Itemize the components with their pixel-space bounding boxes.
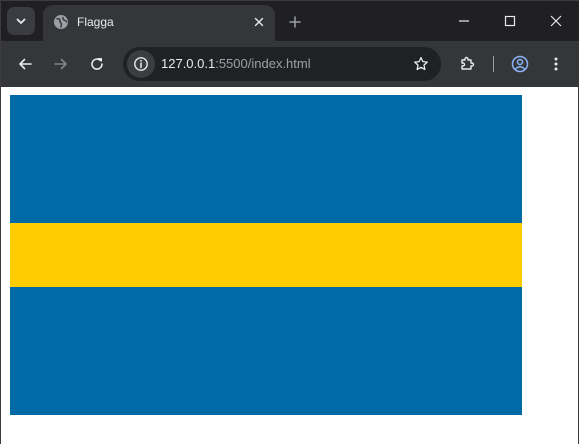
profile-button[interactable]: [506, 50, 534, 78]
back-button[interactable]: [11, 50, 39, 78]
toolbar-divider: [493, 56, 494, 72]
flag-bottom-blue-band: [10, 287, 522, 415]
bookmark-button[interactable]: [409, 52, 433, 76]
new-tab-button[interactable]: [283, 10, 307, 34]
tab-active[interactable]: Flagga: [43, 5, 275, 41]
menu-button[interactable]: [542, 50, 570, 78]
close-icon: [254, 17, 264, 27]
page-viewport: [1, 87, 578, 444]
arrow-right-icon: [54, 58, 67, 70]
swedish-flag: [10, 95, 522, 415]
globe-icon: [54, 15, 68, 29]
puzzle-icon: [461, 56, 475, 70]
flag-top-blue-band: [10, 95, 522, 223]
minimize-button[interactable]: [441, 1, 487, 41]
minimize-icon: [459, 20, 469, 22]
address-bar[interactable]: 127.0.0.1:5500/index.html: [123, 47, 441, 81]
chevron-down-icon: [16, 18, 26, 24]
close-icon: [550, 15, 562, 27]
arrow-left-icon: [19, 58, 32, 70]
kebab-menu-icon: [554, 57, 558, 71]
star-icon: [414, 56, 428, 71]
url-path: :5500/index.html: [215, 56, 311, 71]
toolbar: 127.0.0.1:5500/index.html: [1, 41, 579, 87]
reload-button[interactable]: [83, 50, 111, 78]
tab-close-button[interactable]: [249, 12, 269, 32]
forward-button[interactable]: [47, 50, 75, 78]
maximize-icon: [504, 15, 516, 27]
info-icon: [134, 57, 148, 71]
url-host: 127.0.0.1: [161, 56, 216, 71]
maximize-button[interactable]: [487, 1, 533, 41]
plus-icon: [289, 16, 301, 28]
tab-title: Flagga: [77, 15, 114, 29]
url-text: 127.0.0.1:5500/index.html: [161, 56, 311, 72]
tab-strip: Flagga: [1, 1, 579, 41]
window-close-button[interactable]: [533, 1, 579, 41]
extensions-button[interactable]: [453, 50, 481, 78]
tab-search-button[interactable]: [7, 7, 35, 35]
browser-window: Flagga 127.0.0.1:5500/index.html: [0, 0, 579, 444]
profile-icon: [511, 55, 529, 73]
reload-icon: [91, 58, 103, 70]
flag-yellow-band: [10, 223, 522, 287]
site-info-button[interactable]: [127, 50, 155, 78]
